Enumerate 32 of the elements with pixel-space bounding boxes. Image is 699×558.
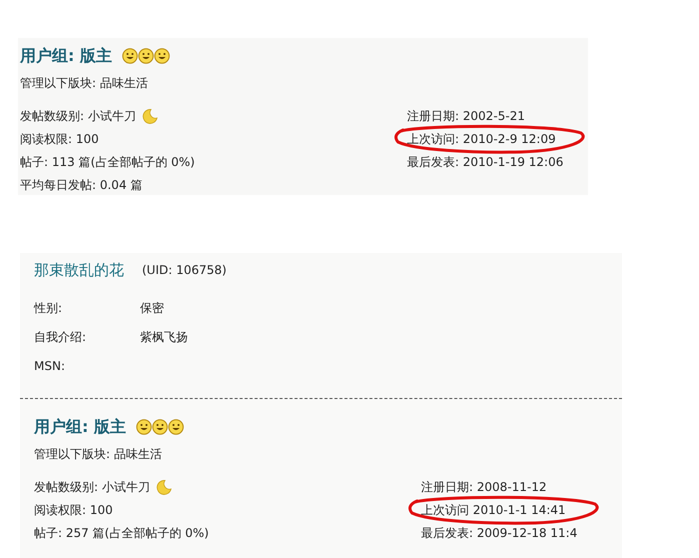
- field-value: 保密: [140, 300, 164, 316]
- moderated-forums-text: 管理以下版块: 品味生活: [34, 446, 162, 463]
- info-text: 平均每日发帖: 0.04 篇: [20, 176, 142, 194]
- username-link[interactable]: 那束散乱的花: [34, 258, 124, 282]
- info-text: 阅读权限: 100: [20, 130, 99, 148]
- info-text: 阅读权限: 100: [34, 502, 113, 518]
- field-label: MSN:: [34, 358, 66, 374]
- uid-text: (UID: 106758): [142, 262, 227, 279]
- smiley-icon: [168, 419, 184, 435]
- moon-icon: [142, 108, 158, 124]
- info-text: 注册日期: 2002-5-21: [407, 108, 525, 124]
- moon-icon: [156, 478, 172, 494]
- moderated-forums-text: 管理以下版块: 品味生活: [20, 75, 148, 92]
- info-text: 注册日期: 2008-11-12: [421, 478, 547, 496]
- user-group-title: 用户组: 版主: [20, 45, 112, 67]
- info-text: 帖子: 113 篇(占全部帖子的 0%): [20, 154, 195, 170]
- smiley-icon: [122, 48, 138, 64]
- smiley-icon: [152, 419, 168, 435]
- smiley-icon: [154, 48, 170, 64]
- info-text: 发帖数级别: 小试牛刀: [20, 108, 136, 124]
- user-group-title: 用户组: 版主: [34, 416, 126, 438]
- info-text: 最后发表: 2010-1-19 12:06: [407, 154, 564, 170]
- field-value: 紫枫飞扬: [140, 328, 188, 346]
- info-text: 最后发表: 2009-12-18 11:4: [421, 524, 578, 542]
- field-label: 性别:: [34, 300, 64, 316]
- info-text: 帖子: 257 篇(占全部帖子的 0%): [34, 524, 209, 542]
- info-text: 发帖数级别: 小试牛刀: [34, 478, 150, 496]
- info-text: 上次访问: 2010-2-9 12:09: [407, 130, 556, 148]
- info-text: 上次访问 2010-1-1 14:41: [421, 502, 566, 518]
- field-label: 自我介绍:: [34, 328, 88, 346]
- smiley-icon: [138, 48, 154, 64]
- smiley-icon: [136, 419, 152, 435]
